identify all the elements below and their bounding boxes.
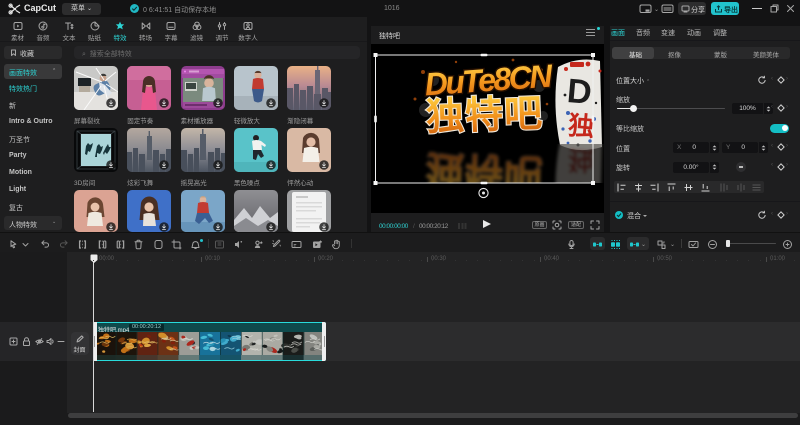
svg-text:D: D [566,72,594,112]
svg-text:独特吧: 独特吧 [425,93,543,139]
svg-text:独: 独 [567,110,596,142]
